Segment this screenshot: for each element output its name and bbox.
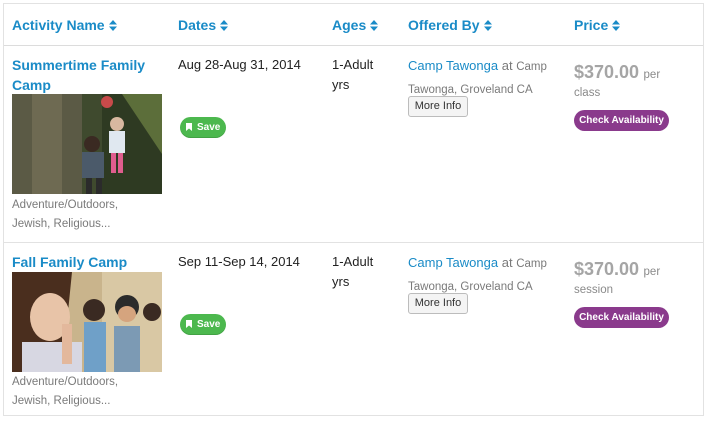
sort-ages[interactable]: Ages	[332, 17, 379, 33]
activity-dates: Aug 28-Aug 31, 2014	[178, 57, 301, 72]
activity-title-line[interactable]: Summertime Family	[12, 55, 145, 75]
location-text: Camp	[516, 61, 547, 73]
sort-icon[interactable]	[483, 20, 492, 31]
dates-header[interactable]: Dates	[178, 17, 216, 33]
price-amount: $370.00	[574, 62, 640, 82]
activity-title[interactable]: Fall Family Camp	[12, 252, 127, 272]
at-text: at	[501, 255, 513, 270]
tags-line: Jewish, Religious...	[12, 395, 111, 407]
price-amount: $370.00	[574, 259, 640, 279]
ages-line: yrs	[332, 274, 350, 289]
price-unit: session	[574, 284, 613, 296]
activity-ages: 1-Adult yrs	[332, 55, 373, 95]
sort-price[interactable]: Price	[574, 17, 621, 33]
sort-icon[interactable]	[220, 20, 229, 31]
tags-line: Adventure/Outdoors,	[12, 199, 119, 211]
location-text: Tawonga, Groveland CA	[408, 281, 533, 293]
more-info-button[interactable]: More Info	[408, 293, 468, 314]
camp-link[interactable]: Camp Tawonga	[408, 255, 498, 270]
check-availability-button[interactable]: Check Availability	[574, 307, 669, 328]
at-text: at	[501, 58, 513, 73]
table-row: Fall Family Camp Adventure/Outdoors, Jew…	[4, 243, 703, 415]
bookmark-icon	[186, 123, 192, 131]
activity-title-line[interactable]: Fall Family Camp	[12, 252, 127, 272]
activity-dates: Sep 11-Sep 14, 2014	[178, 254, 300, 269]
sort-icon[interactable]	[612, 20, 621, 31]
tags-line: Jewish, Religious...	[12, 218, 111, 230]
price-unit: class	[574, 87, 601, 99]
offered-by: Camp Tawonga at Camp Tawonga, Groveland …	[408, 252, 558, 298]
table-header: Activity Name Dates Ages Offered By Pric…	[4, 4, 703, 46]
location-text: Camp	[516, 258, 547, 270]
sort-dates[interactable]: Dates	[178, 17, 229, 33]
save-label: Save	[197, 122, 221, 133]
activity-tags: Adventure/Outdoors, Jewish, Religious...	[12, 196, 172, 234]
more-info-button[interactable]: More Info	[408, 96, 468, 117]
location-text: Tawonga, Groveland CA	[408, 84, 533, 96]
sort-icon[interactable]	[108, 20, 117, 31]
ages-header[interactable]: Ages	[332, 17, 366, 33]
sort-icon[interactable]	[370, 20, 379, 31]
tags-line: Adventure/Outdoors,	[12, 376, 119, 388]
activity-ages: 1-Adult yrs	[332, 252, 373, 292]
table-row: Summertime Family Camp Adventure/Outdoor…	[4, 46, 703, 243]
save-label: Save	[197, 319, 221, 330]
price-block: $370.00 per session	[574, 259, 699, 296]
ages-line: 1-Adult	[332, 57, 374, 72]
activity-table: Activity Name Dates Ages Offered By Pric…	[3, 3, 704, 416]
check-availability-button[interactable]: Check Availability	[574, 110, 669, 131]
ages-line: 1-Adult	[332, 254, 374, 269]
activity-photo[interactable]	[12, 94, 162, 194]
activity-name-header[interactable]: Activity Name	[12, 17, 105, 33]
camp-link[interactable]: Camp Tawonga	[408, 58, 498, 73]
ages-line: yrs	[332, 77, 350, 92]
price-per: per	[643, 69, 661, 81]
activity-photo[interactable]	[12, 272, 162, 372]
offered-by-header[interactable]: Offered By	[408, 17, 480, 33]
price-header[interactable]: Price	[574, 17, 608, 33]
activity-title-line[interactable]: Camp	[12, 75, 145, 95]
sort-activity-name[interactable]: Activity Name	[12, 17, 117, 33]
sort-offered-by[interactable]: Offered By	[408, 17, 492, 33]
offered-by: Camp Tawonga at Camp Tawonga, Groveland …	[408, 55, 558, 101]
price-block: $370.00 per class	[574, 62, 699, 99]
activity-title[interactable]: Summertime Family Camp	[12, 55, 145, 95]
price-per: per	[643, 266, 661, 278]
save-button[interactable]: Save	[180, 117, 226, 138]
activity-tags: Adventure/Outdoors, Jewish, Religious...	[12, 373, 172, 411]
save-button[interactable]: Save	[180, 314, 226, 335]
bookmark-icon	[186, 320, 192, 328]
